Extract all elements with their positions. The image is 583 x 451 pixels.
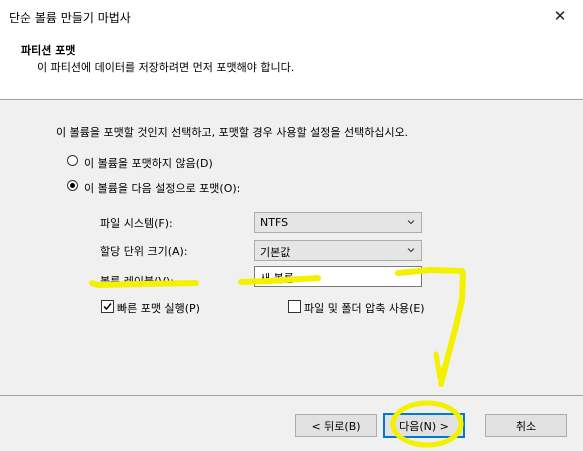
annotation-overlay [89,267,466,448]
highlight-stroke [238,275,321,285]
highlight-circle [390,400,464,448]
highlight-stroke [89,280,199,289]
highlight-stroke [395,267,466,387]
